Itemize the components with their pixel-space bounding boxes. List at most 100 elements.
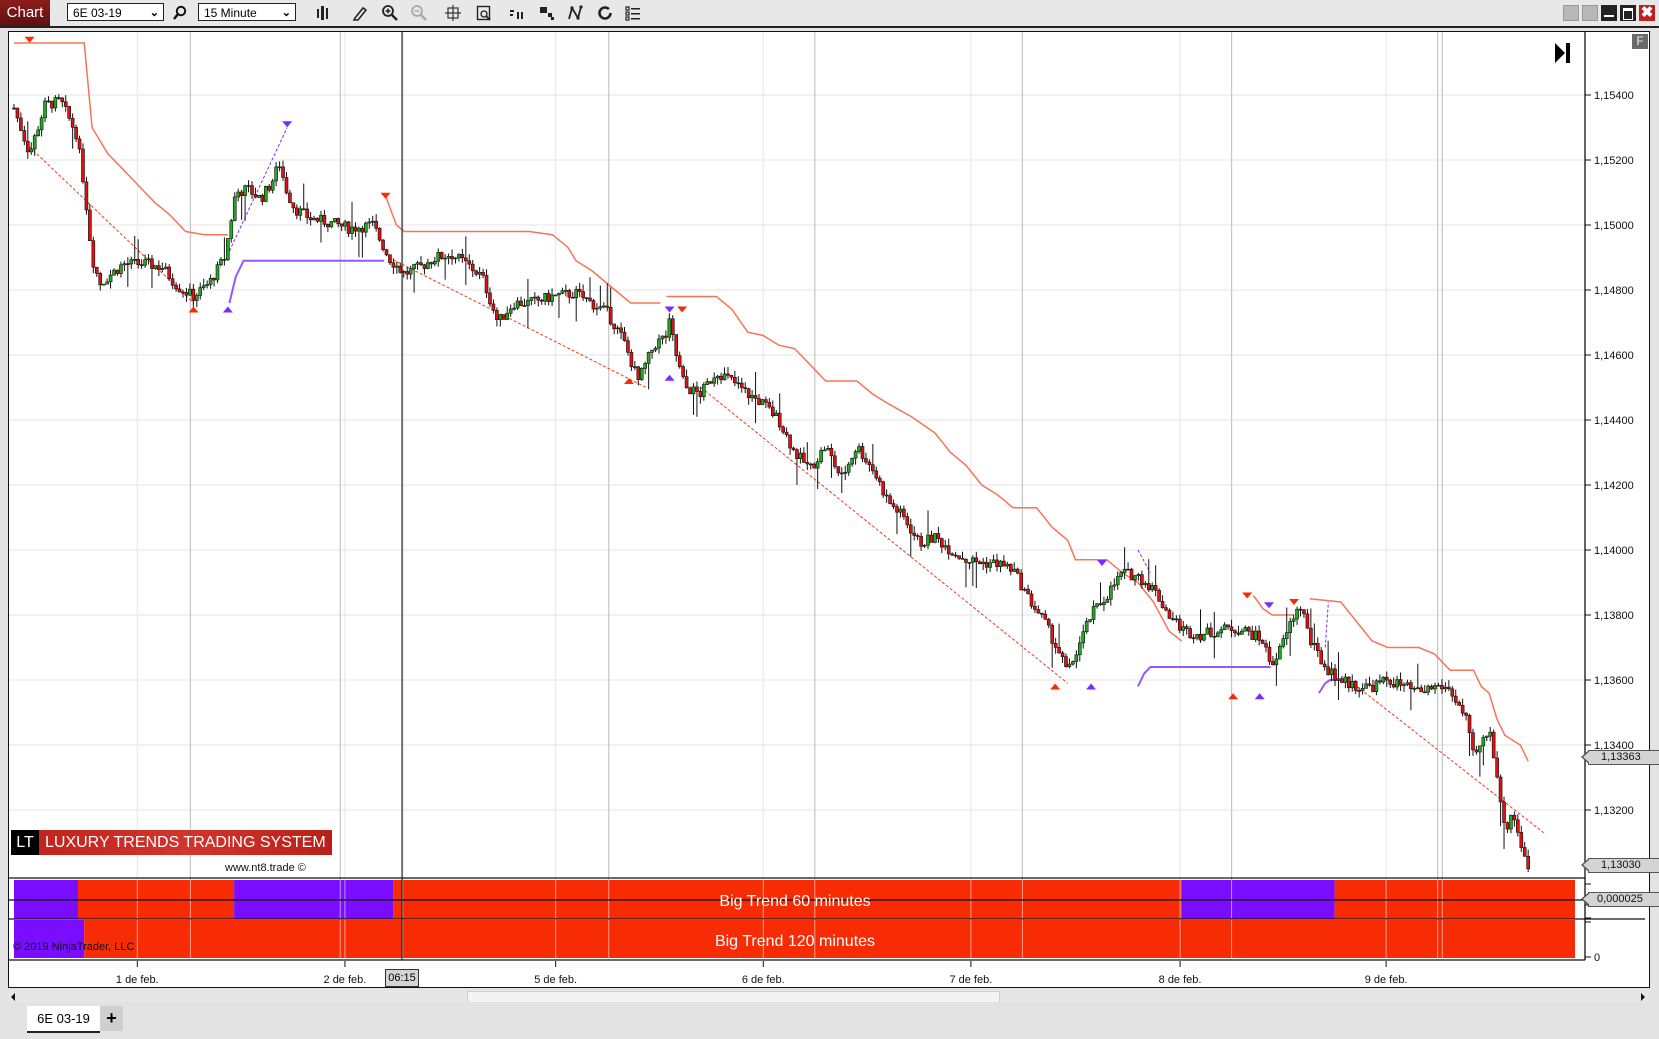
candle-bull — [143, 259, 147, 266]
candle-bull — [108, 274, 113, 283]
candle-bear — [677, 355, 682, 367]
candle-bear — [115, 269, 120, 274]
candle-bull — [1012, 568, 1017, 572]
candle-bull — [1374, 680, 1379, 692]
candle-bear — [964, 558, 968, 563]
trend-line — [388, 257, 647, 388]
candle-bear — [1409, 682, 1413, 690]
candle-bull — [43, 100, 47, 119]
x-tick-label: 8 de feb. — [1159, 974, 1202, 986]
candle-bear — [960, 558, 965, 560]
candle-bull — [774, 412, 779, 417]
candle-bull — [105, 281, 109, 285]
candle-bear — [239, 191, 244, 196]
trend-line — [700, 387, 1068, 684]
y-tick-label: 1,14400 — [1594, 415, 1634, 427]
candle-bear — [470, 263, 475, 272]
candle-bull — [119, 264, 123, 274]
candle-bear — [1505, 822, 1510, 830]
candle-bear — [91, 240, 96, 268]
candle-bull — [843, 471, 848, 474]
candle-bull — [1360, 688, 1365, 691]
candle-bear — [1460, 704, 1465, 714]
candle-bull — [653, 347, 658, 351]
candle-bull — [633, 366, 637, 369]
candle-bear — [891, 503, 896, 507]
candle-bull — [512, 307, 516, 310]
candle-bull — [29, 148, 34, 153]
candle-bear — [339, 223, 344, 227]
candle-bear — [1171, 618, 1175, 620]
candle-bear — [1057, 647, 1061, 654]
candle-bear — [336, 218, 341, 225]
candle-bull — [1136, 574, 1141, 577]
candle-bull — [263, 186, 268, 202]
indicator-row-label-120: Big Trend 120 minutes — [715, 933, 875, 950]
candle-bear — [605, 305, 610, 308]
candle-bull — [822, 449, 827, 452]
candle-bull — [432, 260, 437, 265]
candle-bear — [1322, 663, 1327, 668]
candle-bear — [884, 494, 889, 497]
y-tick-label: 1,14000 — [1594, 545, 1634, 557]
candle-bull — [853, 451, 858, 459]
candle-bear — [1250, 630, 1255, 640]
candle-bull — [529, 297, 534, 301]
candle-bear — [1053, 643, 1058, 648]
candle-bull — [971, 557, 975, 563]
candle-bear — [984, 561, 989, 568]
y-tick-label: 1,13600 — [1594, 675, 1634, 687]
candle-bear — [1184, 626, 1189, 629]
candle-bull — [1412, 688, 1417, 690]
candle-bull — [1202, 633, 1206, 641]
grid-layer — [9, 32, 1585, 959]
candle-bull — [32, 135, 37, 150]
candle-bull — [705, 381, 710, 385]
candle-bull — [401, 271, 406, 273]
branding-url: www.nt8.trade © — [225, 862, 306, 874]
candle-bull — [1295, 608, 1299, 620]
candle-bear — [377, 227, 382, 241]
candle-bear — [626, 340, 630, 353]
candle-bear — [1164, 607, 1168, 611]
candle-bear — [877, 477, 882, 483]
candle-bull — [943, 545, 948, 548]
candle-bear — [167, 266, 172, 280]
add-tab-button[interactable]: + — [100, 1006, 123, 1031]
candle-bull — [1219, 629, 1223, 634]
candle-bull — [436, 252, 441, 262]
candle-bull — [215, 264, 220, 281]
candle-bear — [1464, 712, 1468, 716]
x-tick-label: 6 de feb. — [742, 974, 785, 986]
candle-bull — [1415, 687, 1420, 690]
candle-bear — [422, 264, 427, 269]
candle-bear — [495, 310, 499, 320]
candle-bear — [1036, 609, 1041, 614]
scroll-right-arrow[interactable] — [1641, 993, 1645, 1001]
candle-bear — [291, 202, 296, 209]
candle-bull — [564, 290, 568, 292]
candle-bear — [1340, 678, 1344, 683]
branding-badge: LT — [11, 830, 39, 855]
candle-bear — [936, 533, 941, 539]
candle-bear — [222, 259, 227, 261]
candle-bull — [1433, 685, 1437, 690]
candle-bear — [139, 264, 144, 266]
candle-bull — [981, 561, 986, 565]
candle-bull — [657, 338, 661, 349]
signal-arrow-down — [1264, 602, 1275, 609]
tab-6e-03-19[interactable]: 6E 03-19 — [27, 1006, 100, 1033]
y-tick-label: 1,14800 — [1594, 285, 1634, 297]
candle-bull — [574, 288, 579, 299]
candle-bull — [1005, 563, 1010, 567]
scroll-left-arrow[interactable] — [11, 993, 15, 1001]
candle-bull — [595, 307, 599, 310]
price-chart[interactable]: 1,15400 1,15200 1,15000 1,14800 1,14600 1,144… — [0, 0, 1659, 1039]
candle-bull — [1067, 663, 1072, 667]
candle-bear — [919, 536, 923, 547]
candle-bull — [226, 238, 230, 261]
candle-bear — [464, 257, 468, 262]
f-button[interactable]: F — [1632, 34, 1648, 49]
candle-bull — [1109, 585, 1113, 600]
skip-to-end-icon[interactable] — [1555, 43, 1570, 63]
